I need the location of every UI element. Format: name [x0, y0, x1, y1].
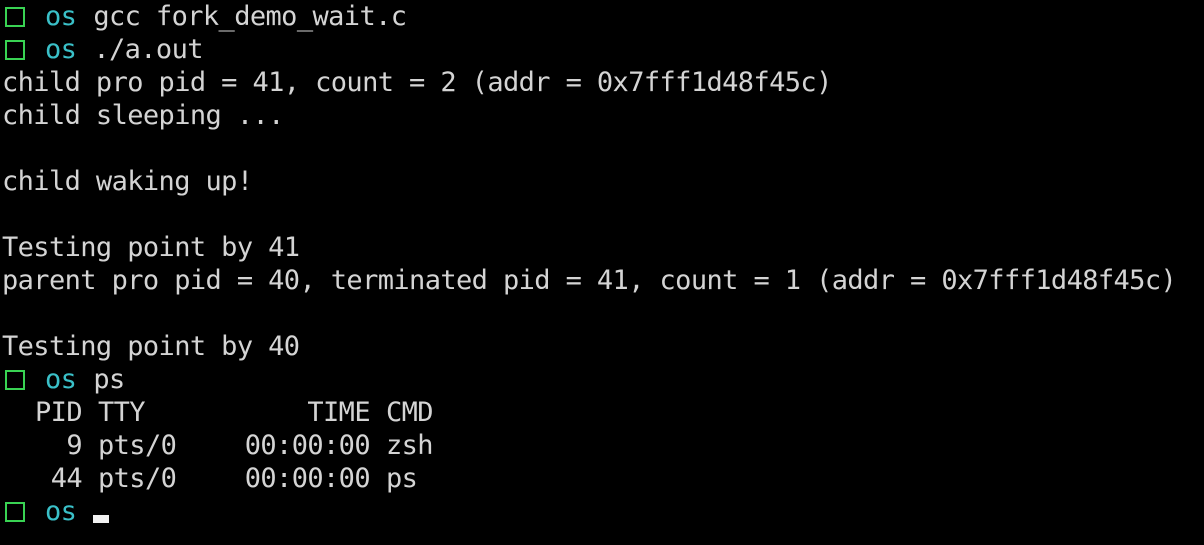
- output-line: child waking up!: [0, 165, 1204, 198]
- output-text: child waking up!: [2, 166, 253, 197]
- output-line: child pro pid = 41, count = 2 (addr = 0x…: [0, 66, 1204, 99]
- ps-row: 9 pts/0 00:00:00 zsh: [0, 429, 1204, 462]
- ps-cell-pid: 9: [66, 430, 82, 461]
- ps-cell-tty: pts/0: [98, 463, 177, 494]
- ps-output-table: PID TTY TIME CMD 9 pts/0 00:00:00 zsh 44…: [0, 396, 1204, 495]
- ps-header-pid: PID: [35, 397, 83, 428]
- prompt-square-icon: [5, 501, 25, 522]
- terminal-window[interactable]: os gcc fork_demo_wait.c os ./a.out child…: [0, 0, 1204, 545]
- prompt-square-icon: [5, 369, 25, 390]
- output-text: parent pro pid = 40, terminated pid = 41…: [2, 265, 1177, 296]
- prompt-directory: os: [45, 496, 77, 527]
- output-line: Testing point by 40: [0, 330, 1204, 363]
- ps-cell-time: 00:00:00: [244, 430, 371, 461]
- prompt-directory: os: [45, 34, 77, 65]
- command-text: ./a.out: [93, 34, 203, 65]
- output-text: Testing point by 40: [2, 331, 300, 362]
- ps-header-row: PID TTY TIME CMD: [0, 396, 1204, 429]
- ps-cell-pid: 44: [50, 463, 83, 494]
- command-text: ps: [93, 364, 125, 395]
- prompt-line: os ps: [0, 363, 1204, 396]
- output-text: child sleeping ...: [2, 100, 284, 131]
- prompt-directory: os: [45, 1, 77, 32]
- output-line: parent pro pid = 40, terminated pid = 41…: [0, 264, 1204, 297]
- ps-row: 44 pts/0 00:00:00 ps: [0, 462, 1204, 495]
- prompt-line: os gcc fork_demo_wait.c: [0, 0, 1204, 33]
- prompt-directory: os: [45, 364, 77, 395]
- prompt-square-icon: [5, 39, 25, 60]
- prompt-line: os ./a.out: [0, 33, 1204, 66]
- output-line: Testing point by 41: [0, 231, 1204, 264]
- prompt-square-icon: [5, 6, 25, 27]
- active-prompt-line[interactable]: os: [0, 495, 1204, 528]
- output-text: child pro pid = 41, count = 2 (addr = 0x…: [2, 67, 832, 98]
- output-line: child sleeping ...: [0, 99, 1204, 132]
- output-text: Testing point by 41: [2, 232, 300, 263]
- ps-header-cmd: CMD: [386, 397, 434, 428]
- command-text: gcc fork_demo_wait.c: [93, 1, 407, 32]
- ps-cell-time: 00:00:00: [244, 463, 371, 494]
- ps-header-time: TIME: [307, 397, 370, 428]
- text-cursor[interactable]: [93, 514, 110, 523]
- ps-header-tty: TTY: [98, 397, 146, 428]
- ps-cell-tty: pts/0: [98, 430, 177, 461]
- ps-cell-cmd: zsh: [386, 430, 434, 461]
- ps-cell-cmd: ps: [386, 463, 418, 494]
